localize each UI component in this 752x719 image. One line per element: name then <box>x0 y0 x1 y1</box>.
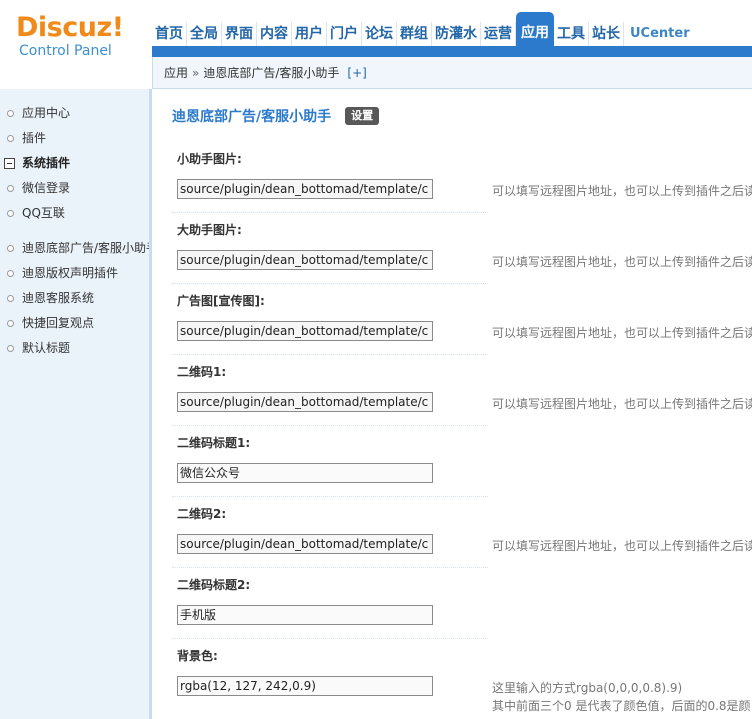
bullet-icon <box>7 210 14 217</box>
nav-item-tools[interactable]: 工具 <box>554 22 589 46</box>
sidebar-item-label: 迪恩版权声明插件 <box>22 266 119 280</box>
sidebar-item-quick-reply[interactable]: 快捷回复观点 <box>0 311 149 336</box>
qrcode2-input[interactable]: source/plugin/dean_bottomad/template/c <box>177 534 433 554</box>
form-row: 背景色: rgba(12, 127, 242,0.9) 这里输入的方式rgba(… <box>172 639 751 713</box>
field-label: 广告图[宣传图]: <box>177 294 265 308</box>
form-row: 大助手图片: source/plugin/dean_bottomad/templ… <box>172 213 752 284</box>
settings-button[interactable]: 设置 <box>345 107 380 125</box>
form-row: 二维码1: source/plugin/dean_bottomad/templa… <box>172 355 752 426</box>
page-heading: 迪恩底部广告/客服小助手 设置 <box>172 106 380 126</box>
qrcode1-input[interactable]: source/plugin/dean_bottomad/template/c <box>177 392 433 412</box>
qrcode2-title-input[interactable]: 手机版 <box>177 605 433 625</box>
field-label: 二维码2: <box>177 507 227 521</box>
bullet-icon <box>7 135 14 142</box>
logo-subtitle: Control Panel <box>19 43 112 59</box>
field-label: 大助手图片: <box>177 223 242 237</box>
nav-item-home[interactable]: 首页 <box>152 22 187 46</box>
nav-underline <box>152 46 752 57</box>
top-nav: 首页 全局 界面 内容 用户 门户 论坛 群组 防灌水 运营 应用 工具 站长 … <box>152 12 693 46</box>
nav-item-antispam[interactable]: 防灌水 <box>432 22 481 46</box>
breadcrumb: 应用 » 迪恩底部广告/客服小助手 [+] <box>152 57 752 89</box>
sidebar-item-label: 默认标题 <box>22 341 71 355</box>
sidebar-item-label: 迪恩底部广告/客服小助手 <box>22 241 149 255</box>
sidebar-item-customer-service[interactable]: 迪恩客服系统 <box>0 286 149 311</box>
bullet-icon <box>7 110 14 117</box>
breadcrumb-current: 迪恩底部广告/客服小助手 <box>203 66 340 80</box>
sidebar-item-qq-connect[interactable]: QQ互联 <box>0 201 149 226</box>
sidebar-item-plugins[interactable]: 插件 <box>0 126 149 151</box>
field-label: 小助手图片: <box>177 152 242 166</box>
breadcrumb-add-button[interactable]: [+] <box>347 66 366 80</box>
form-row: 广告图[宣传图]: source/plugin/dean_bottomad/te… <box>172 284 752 355</box>
large-helper-image-input[interactable]: source/plugin/dean_bottomad/template/c <box>177 250 433 270</box>
field-label: 背景色: <box>177 649 218 663</box>
discuz-logo[interactable]: Discuz! Control Panel <box>16 14 124 58</box>
sidebar-item-label: 应用中心 <box>22 106 71 120</box>
small-helper-image-input[interactable]: source/plugin/dean_bottomad/template/c <box>177 179 433 199</box>
form-row: 小助手图片: source/plugin/dean_bottomad/templ… <box>172 142 752 213</box>
nav-item-global[interactable]: 全局 <box>187 22 222 46</box>
form-row: 二维码标题2: 手机版 <box>172 568 488 639</box>
breadcrumb-root[interactable]: 应用 <box>164 64 188 81</box>
bullet-icon <box>7 245 14 252</box>
field-label: 二维码1: <box>177 365 227 379</box>
field-hint-secondary: 其中前面三个0 是代表了颜色值，后面的0.8是颜 <box>492 699 751 713</box>
sidebar-item-label: 迪恩客服系统 <box>22 291 95 305</box>
main-content: 迪恩底部广告/客服小助手 设置 小助手图片: source/plugin/dea… <box>152 90 752 719</box>
nav-item-webmaster[interactable]: 站长 <box>589 22 624 46</box>
collapse-icon <box>4 158 15 169</box>
logo-bang: ! <box>111 12 124 43</box>
sidebar-item-label: 微信登录 <box>22 181 71 195</box>
field-hint: 可以填写远程图片地址，也可以上传到插件之后读 <box>492 539 752 553</box>
nav-item-groups[interactable]: 群组 <box>397 22 432 46</box>
sidebar-item-bottom-ad[interactable]: 迪恩底部广告/客服小助手 <box>0 236 149 261</box>
nav-item-operations[interactable]: 运营 <box>481 22 516 46</box>
qrcode1-title-input[interactable]: 微信公众号 <box>177 463 433 483</box>
field-label: 二维码标题1: <box>177 436 251 450</box>
bullet-icon <box>7 295 14 302</box>
form-row: 二维码标题1: 微信公众号 <box>172 426 488 497</box>
sidebar-item-copyright[interactable]: 迪恩版权声明插件 <box>0 261 149 286</box>
page-title: 迪恩底部广告/客服小助手 <box>172 109 332 125</box>
nav-item-apps[interactable]: 应用 <box>516 12 554 46</box>
form-row: 二维码2: source/plugin/dean_bottomad/templa… <box>172 497 752 568</box>
bullet-icon <box>7 345 14 352</box>
bullet-icon <box>7 320 14 327</box>
breadcrumb-separator: » <box>192 65 200 80</box>
sidebar-item-wechat-login[interactable]: 微信登录 <box>0 176 149 201</box>
sidebar-item-label: 快捷回复观点 <box>22 316 95 330</box>
nav-item-ucenter[interactable]: UCenter <box>624 22 693 46</box>
nav-item-portal[interactable]: 门户 <box>327 22 362 46</box>
field-hint: 可以填写远程图片地址，也可以上传到插件之后读 <box>492 255 752 269</box>
field-hint: 这里输入的方式rgba(0,0,0,0.8).9) <box>492 681 683 695</box>
logo-text: Discuz <box>16 12 112 43</box>
sidebar-item-label: 系统插件 <box>22 156 71 170</box>
sidebar-item-app-center[interactable]: 应用中心 <box>0 101 149 126</box>
sidebar-item-label: QQ互联 <box>22 206 65 220</box>
field-hint: 可以填写远程图片地址，也可以上传到插件之后读 <box>492 184 752 198</box>
sidebar: 应用中心 插件 系统插件 微信登录 QQ互联 迪恩底部广告/客服小助手 迪恩版权… <box>0 89 152 719</box>
field-hint: 可以填写远程图片地址，也可以上传到插件之后读 <box>492 326 752 340</box>
ad-image-input[interactable]: source/plugin/dean_bottomad/template/c <box>177 321 433 341</box>
bullet-icon <box>7 185 14 192</box>
nav-item-users[interactable]: 用户 <box>292 22 327 46</box>
sidebar-item-default-title[interactable]: 默认标题 <box>0 336 149 361</box>
nav-item-forum[interactable]: 论坛 <box>362 22 397 46</box>
bullet-icon <box>7 270 14 277</box>
nav-item-content[interactable]: 内容 <box>257 22 292 46</box>
field-hint: 可以填写远程图片地址，也可以上传到插件之后读 <box>492 397 752 411</box>
settings-form: 小助手图片: source/plugin/dean_bottomad/templ… <box>172 142 752 713</box>
sidebar-item-label: 插件 <box>22 131 47 145</box>
background-color-input[interactable]: rgba(12, 127, 242,0.9) <box>177 676 433 696</box>
field-label: 二维码标题2: <box>177 578 251 592</box>
sidebar-item-system-plugins[interactable]: 系统插件 <box>0 151 149 176</box>
nav-item-interface[interactable]: 界面 <box>222 22 257 46</box>
